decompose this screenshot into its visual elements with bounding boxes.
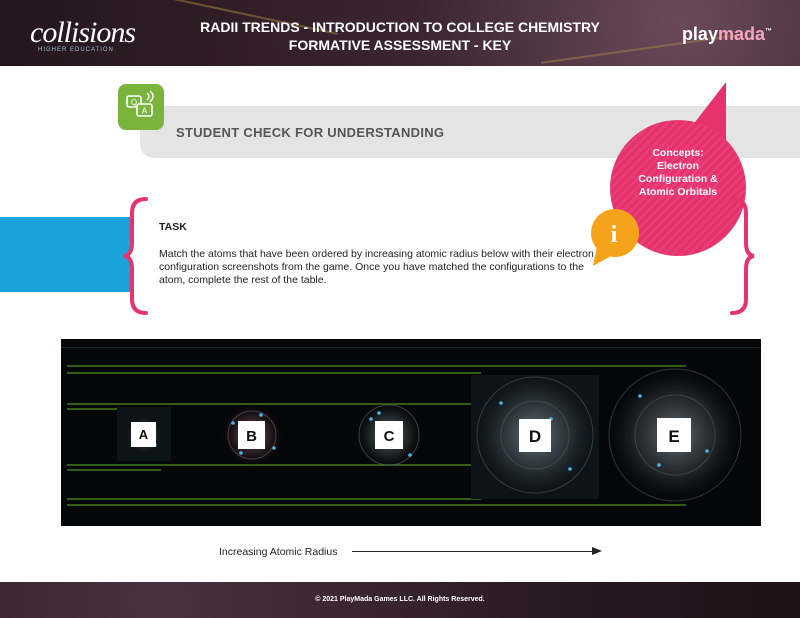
speech-bubbles-icon: Q A [118, 84, 164, 130]
playmada-logo: playmada™ [682, 24, 772, 45]
task-heading: TASK [159, 221, 187, 233]
brand-main: play [681, 24, 718, 44]
title-line-2: FORMATIVE ASSESSMENT - KEY [288, 37, 512, 53]
logo-subtitle: HIGHER EDUCATION [38, 47, 114, 53]
brand-accent: mada [717, 24, 765, 44]
title-line-1: RADII TRENDS - INTRODUCTION TO COLLEGE C… [200, 19, 600, 35]
concepts-heading: Concepts: [652, 147, 704, 159]
arrow-right-icon [592, 547, 602, 555]
atom-b: B [221, 404, 283, 466]
brand-tm: ™ [765, 28, 772, 35]
atom-label-b: B [246, 428, 257, 445]
concepts-line: Atomic Orbitals [638, 186, 718, 198]
atom-label-e: E [668, 427, 679, 446]
svg-text:A: A [142, 107, 148, 116]
check-for-understanding-label: STUDENT CHECK FOR UNDERSTANDING [176, 125, 445, 140]
axis-arrow-shaft [352, 551, 594, 552]
concepts-line: Electron [656, 160, 699, 172]
left-brace [123, 197, 148, 315]
copyright-text: © 2021 PlayMada Games LLC. All Rights Re… [315, 596, 485, 603]
collisions-logo: collisions [30, 16, 136, 49]
atom-label-d: D [529, 427, 541, 446]
right-brace [730, 197, 755, 315]
atom-label-a: A [139, 427, 149, 442]
accent-block [0, 217, 130, 292]
task-instructions: Match the atoms that have been ordered b… [159, 248, 594, 286]
atom-lineup: A B C D E [67, 365, 745, 506]
concepts-line: Configuration & [638, 173, 718, 185]
page-title: RADII TRENDS - INTRODUCTION TO COLLEGE C… [150, 18, 650, 54]
info-glyph: i [610, 222, 618, 248]
svg-text:Q: Q [131, 98, 137, 107]
axis-label: Increasing Atomic Radius [219, 546, 338, 558]
atom-e: E [605, 365, 745, 505]
atom-d: D [473, 373, 597, 497]
concepts-text: Concepts: Electron Configuration & Atomi… [615, 147, 741, 199]
atom-a: A [126, 417, 162, 453]
atom-screenshot: A B C D E [61, 339, 761, 526]
atom-c: C [355, 401, 423, 469]
atom-label-c: C [384, 428, 395, 445]
